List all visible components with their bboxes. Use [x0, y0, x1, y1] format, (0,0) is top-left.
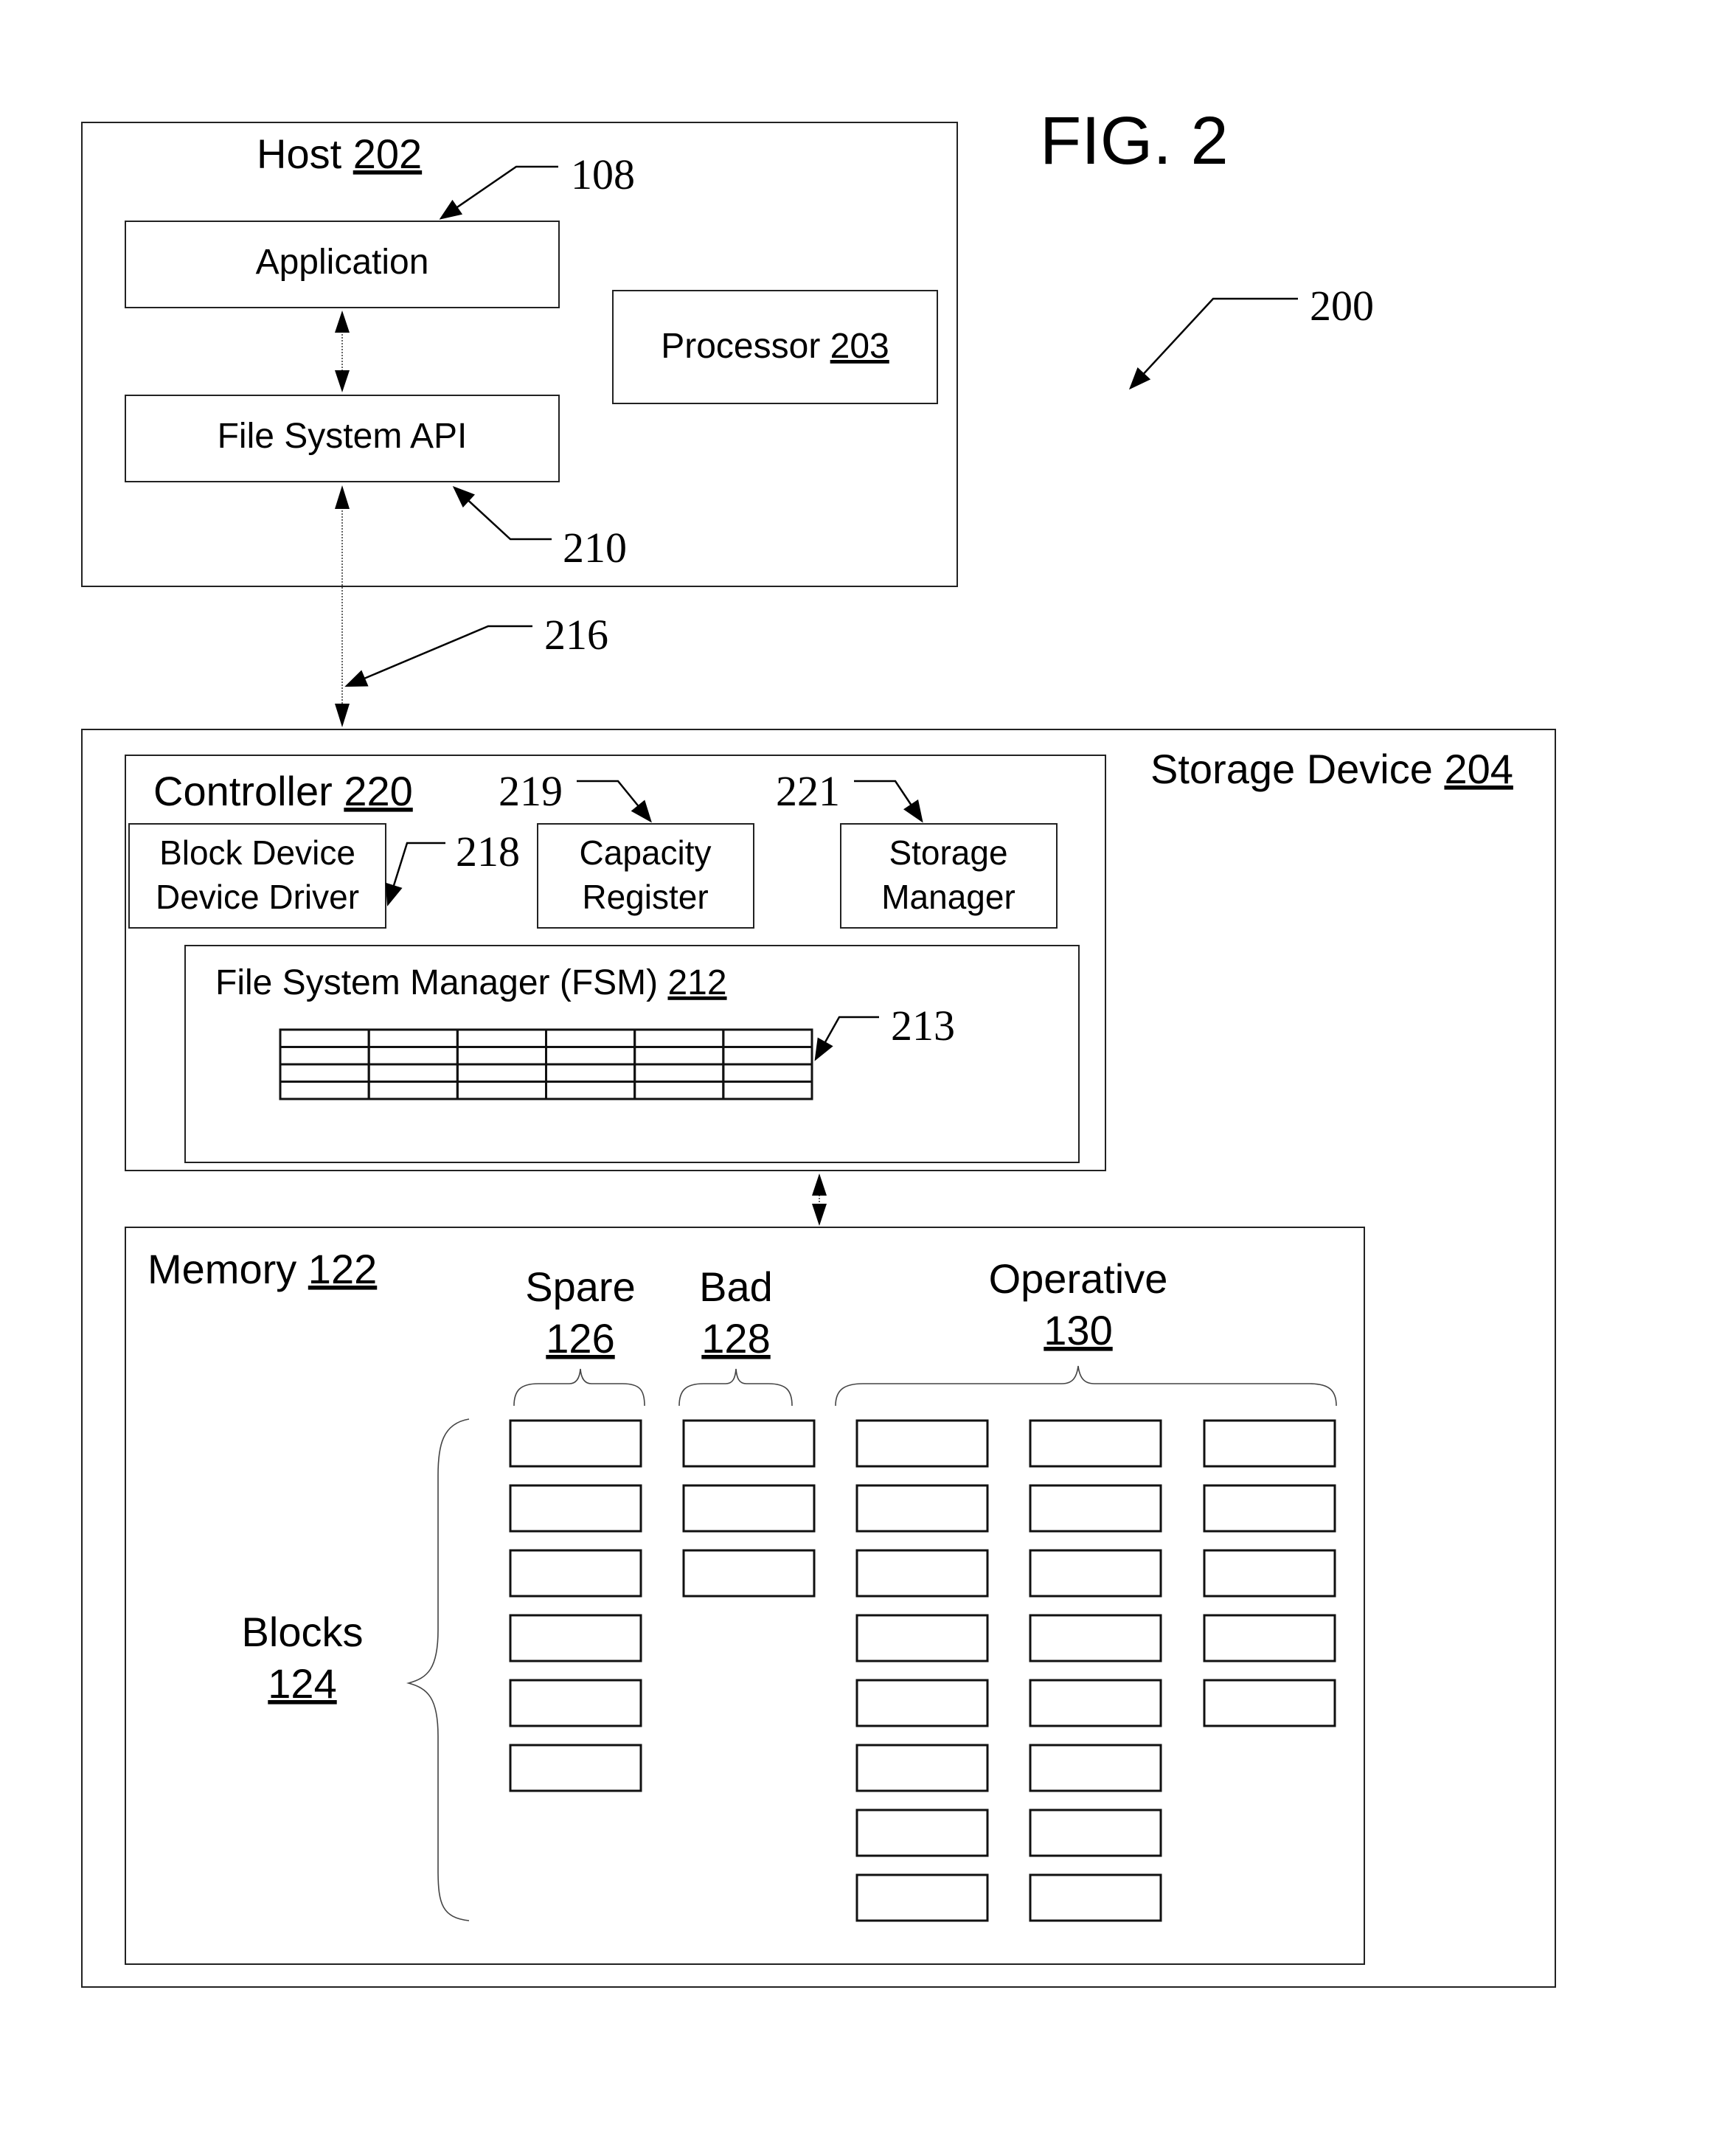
bad-ref: 128	[701, 1315, 770, 1362]
ref-210-label: 210	[563, 524, 627, 572]
svg-text:Processor 203: Processor 203	[661, 327, 889, 366]
controller-label: Controller	[153, 768, 333, 814]
controller-ref: 220	[344, 768, 412, 814]
fsm-box[interactable]: File System Manager (FSM) 212	[184, 945, 1080, 1163]
figure-title: FIG. 2	[1040, 103, 1229, 178]
operative-block[interactable]	[855, 1809, 989, 1857]
operative-block[interactable]	[1029, 1873, 1162, 1922]
operative-block[interactable]	[1029, 1484, 1162, 1533]
operative-block[interactable]	[1203, 1614, 1336, 1662]
operative-block[interactable]	[855, 1614, 989, 1662]
spare-block[interactable]	[509, 1419, 642, 1468]
blocks-label: Blocks	[242, 1609, 364, 1655]
ref-221-label: 221	[776, 767, 840, 815]
block-device-driver-box[interactable]: Block Device Device Driver	[128, 823, 386, 929]
block-device-driver-line2: Device Driver	[156, 878, 359, 916]
host-ref: 202	[353, 131, 422, 177]
ref-108-label: 108	[571, 150, 635, 198]
operative-block[interactable]	[1203, 1679, 1336, 1727]
application-box[interactable]: Application	[125, 221, 560, 308]
storage-manager-line1: Storage	[889, 833, 1007, 872]
bad-label: Bad	[699, 1263, 773, 1310]
operative-block[interactable]	[1203, 1484, 1336, 1533]
ref-213-label: 213	[891, 1002, 955, 1050]
fsm-ref: 212	[667, 963, 726, 1002]
ref-200-callout: 200	[1128, 282, 1374, 390]
capacity-register-line2: Register	[582, 878, 708, 916]
bad-block[interactable]	[682, 1484, 816, 1533]
storage-manager-line2: Manager	[881, 878, 1015, 916]
svg-text:Storage Device 2: Storage Device 204	[1150, 746, 1513, 792]
fsm-label: File System Manager (FSM)	[215, 963, 658, 1002]
storage-manager-box[interactable]: Storage Manager	[840, 823, 1058, 929]
capacity-register-box[interactable]: Capacity Register	[537, 823, 754, 929]
spare-ref: 126	[546, 1315, 614, 1362]
svg-text:File System Manager (FSM): File System Manager (FSM) 212	[215, 963, 727, 1002]
operative-block[interactable]	[1029, 1809, 1162, 1857]
file-system-api-label: File System API	[218, 417, 468, 456]
host-label: Host	[257, 131, 342, 177]
file-system-api-box[interactable]: File System API	[125, 395, 560, 482]
ref-219-label: 219	[499, 767, 563, 815]
operative-block[interactable]	[1029, 1419, 1162, 1468]
bad-block[interactable]	[682, 1419, 816, 1468]
storage-device-label: Storage Device	[1150, 746, 1433, 792]
operative-block[interactable]	[855, 1549, 989, 1598]
block-device-driver-line1: Block Device	[159, 833, 355, 872]
ref-216-label: 216	[544, 611, 608, 659]
operative-block[interactable]	[1203, 1549, 1336, 1598]
application-label: Application	[256, 243, 429, 282]
spare-label: Spare	[525, 1263, 635, 1310]
operative-block[interactable]	[1029, 1679, 1162, 1727]
operative-block[interactable]	[855, 1484, 989, 1533]
operative-block[interactable]	[855, 1419, 989, 1468]
capacity-register-line1: Capacity	[580, 833, 712, 872]
memory-ref: 122	[308, 1246, 377, 1292]
storage-architecture-diagram: FIG. 2 200 Host 202 108 Application File…	[81, 103, 1556, 1988]
svg-text:Host 202: Host 202	[257, 131, 422, 177]
processor-box[interactable]: Processor 203	[612, 290, 938, 404]
processor-ref: 203	[830, 327, 889, 366]
operative-block[interactable]	[1029, 1614, 1162, 1662]
storage-device-ref: 204	[1444, 746, 1513, 792]
operative-block[interactable]	[1203, 1419, 1336, 1468]
ref-218-label: 218	[456, 828, 520, 875]
operative-block[interactable]	[855, 1744, 989, 1792]
operative-block[interactable]	[1029, 1744, 1162, 1792]
svg-text:Controller 220: Controller 220	[153, 768, 413, 814]
operative-block[interactable]	[855, 1679, 989, 1727]
operative-block[interactable]	[1029, 1549, 1162, 1598]
operative-label: Operative	[989, 1255, 1168, 1302]
svg-text:Memory 122: Memory 122	[147, 1246, 377, 1292]
operative-ref: 130	[1044, 1307, 1112, 1353]
spare-block[interactable]	[509, 1679, 642, 1727]
spare-block[interactable]	[509, 1744, 642, 1792]
blocks-ref: 124	[268, 1660, 336, 1707]
ref-200-label: 200	[1310, 282, 1374, 330]
memory-label: Memory	[147, 1246, 296, 1292]
bad-block[interactable]	[682, 1549, 816, 1598]
spare-block[interactable]	[509, 1614, 642, 1662]
ref-216-callout: 216	[344, 611, 608, 687]
spare-block[interactable]	[509, 1484, 642, 1533]
processor-label: Processor	[661, 327, 820, 366]
spare-block[interactable]	[509, 1549, 642, 1598]
operative-block[interactable]	[855, 1873, 989, 1922]
